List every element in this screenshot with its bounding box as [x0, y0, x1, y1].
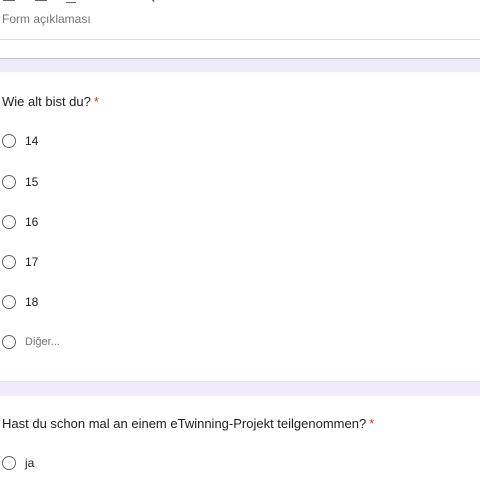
form-description-placeholder: Form açıklaması [2, 12, 91, 26]
radio-button[interactable] [2, 335, 16, 349]
radio-button[interactable] [2, 134, 16, 148]
question-title-text: Hast du schon mal an einem eTwinning-Pro… [2, 416, 367, 431]
question-title: Wie alt bist du? * [2, 94, 99, 110]
question-title: Hast du schon mal an einem eTwinning-Pro… [2, 416, 374, 432]
option-18[interactable]: 18 [2, 295, 302, 313]
section-divider [0, 382, 480, 396]
form-description-field[interactable]: Form açıklaması [0, 0, 480, 40]
option-label: 16 [25, 215, 39, 229]
section-divider [0, 58, 480, 72]
option-label: 15 [25, 175, 39, 189]
option-other-label: Diğer... [25, 336, 60, 348]
option-label: 17 [25, 255, 39, 269]
option-label: 14 [25, 134, 39, 148]
radio-button[interactable] [2, 255, 16, 269]
radio-button[interactable] [2, 175, 16, 189]
required-asterisk: * [93, 94, 99, 109]
option-17[interactable]: 17 [2, 255, 302, 273]
radio-button[interactable] [2, 295, 16, 309]
required-asterisk: * [369, 416, 375, 431]
option-15[interactable]: 15 [2, 175, 302, 193]
option-ja[interactable]: ja [2, 456, 302, 474]
question-card-age: Wie alt bist du? * 14 15 16 17 18 Diğer..… [0, 72, 480, 382]
option-label: 18 [25, 295, 39, 309]
radio-button[interactable] [2, 215, 16, 229]
option-14[interactable]: 14 [2, 134, 302, 152]
question-title-text: Wie alt bist du? [2, 94, 91, 109]
radio-button[interactable] [2, 456, 16, 470]
question-card-etwinning: Hast du schon mal an einem eTwinning-Pro… [0, 396, 480, 480]
option-label: ja [25, 456, 35, 470]
option-16[interactable]: 16 [2, 215, 302, 233]
option-other[interactable]: Diğer... [2, 335, 302, 353]
